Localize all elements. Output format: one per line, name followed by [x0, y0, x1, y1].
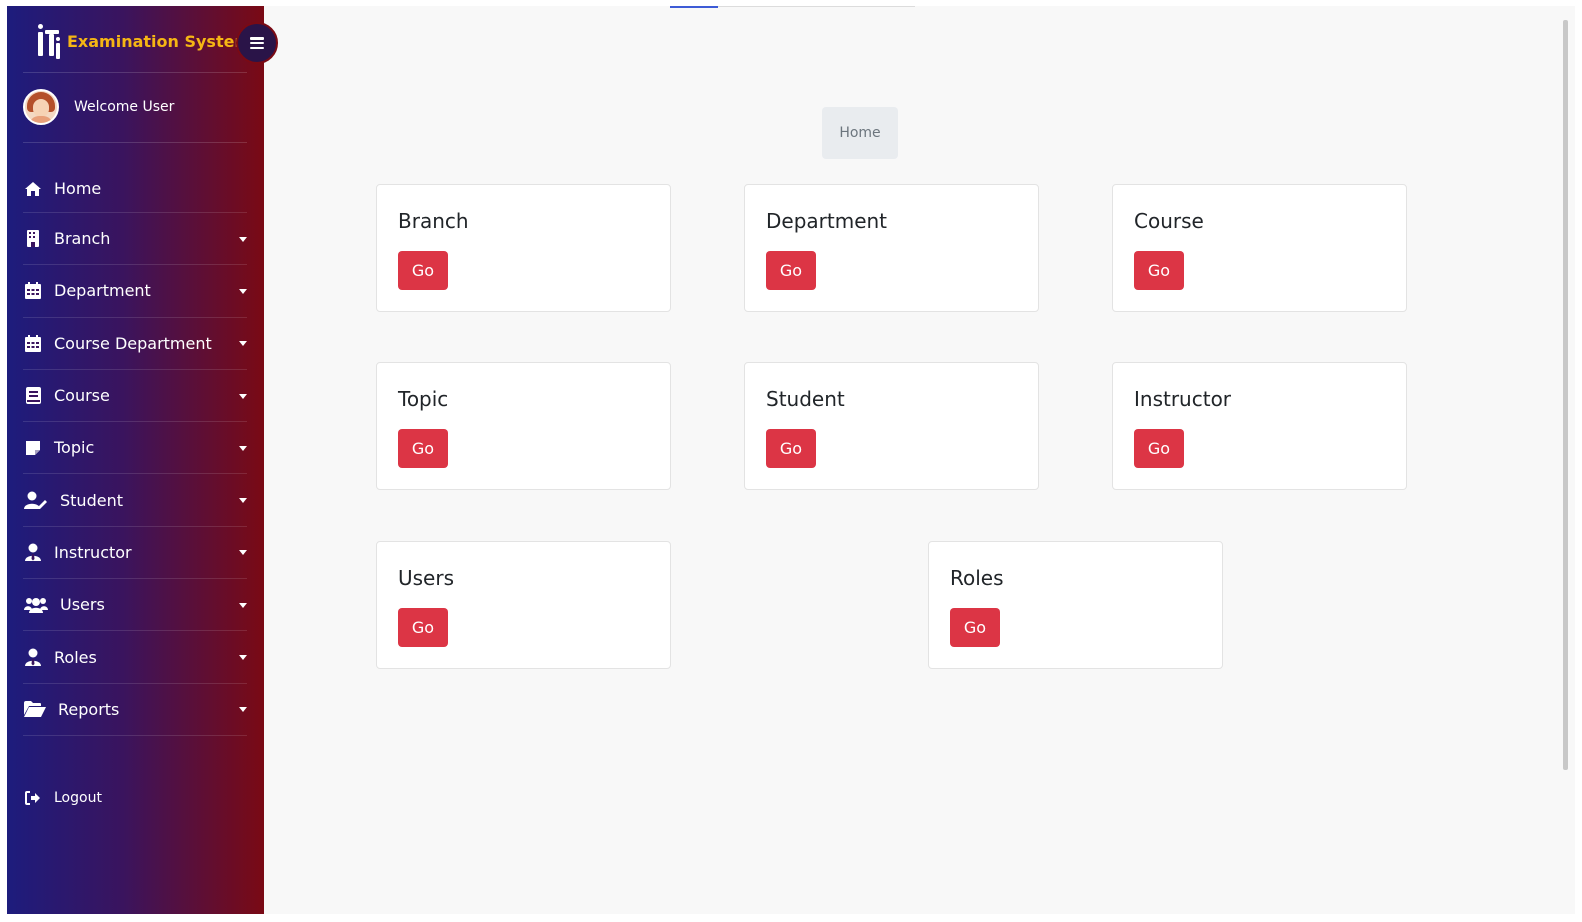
- sidebar-item-label: Student: [60, 490, 123, 510]
- sidebar-item-department[interactable]: Department: [23, 265, 247, 318]
- card-student: Student Go: [744, 362, 1039, 490]
- sidebar-item-label: Department: [54, 281, 151, 301]
- sidebar-toggle-button[interactable]: [236, 22, 278, 64]
- menu-icon: [250, 37, 264, 49]
- users-icon: [23, 595, 49, 615]
- sidebar-item-label: Course Department: [54, 333, 212, 353]
- book-icon: [23, 386, 43, 406]
- app-title: Examination System: [67, 31, 252, 51]
- logout-link[interactable]: Logout: [23, 786, 102, 810]
- calendar-icon: [23, 333, 43, 353]
- sidebar-item-course-department[interactable]: Course Department: [23, 318, 247, 370]
- user-tie-icon: [23, 542, 43, 562]
- sidebar-item-label: Course: [54, 386, 110, 406]
- sidebar-item-label: Branch: [54, 229, 111, 249]
- caret-down-icon: [239, 341, 247, 347]
- card-branch: Branch Go: [376, 184, 671, 312]
- caret-down-icon: [239, 445, 247, 451]
- card-title: Student: [766, 387, 845, 411]
- vertical-scrollbar[interactable]: [1563, 20, 1568, 770]
- card-instructor: Instructor Go: [1112, 362, 1407, 490]
- sidebar-item-label: Instructor: [54, 542, 132, 562]
- caret-down-icon: [239, 236, 247, 242]
- sidebar-item-topic[interactable]: Topic: [23, 422, 247, 475]
- card-title: Roles: [950, 566, 1004, 590]
- sidebar-item-label: Users: [60, 595, 105, 615]
- user-panel[interactable]: Welcome User: [23, 88, 174, 126]
- user-tie-icon: [23, 647, 43, 667]
- sidebar-item-label: Reports: [58, 699, 120, 719]
- card-topic: Topic Go: [376, 362, 671, 490]
- card-title: Course: [1134, 209, 1204, 233]
- sidebar: Examination System Welcome User Home Bra…: [7, 6, 264, 914]
- iti-logo-icon: [37, 24, 63, 59]
- card-course: Course Go: [1112, 184, 1407, 312]
- sign-out-icon: [23, 788, 43, 808]
- caret-down-icon: [239, 550, 247, 556]
- brand[interactable]: Examination System: [37, 23, 251, 59]
- building-icon: [23, 229, 43, 249]
- breadcrumb: Home: [822, 107, 898, 159]
- sidebar-item-reports[interactable]: Reports: [23, 684, 247, 736]
- caret-down-icon: [239, 393, 247, 399]
- sidebar-item-course[interactable]: Course: [23, 370, 247, 423]
- caret-down-icon: [239, 288, 247, 294]
- sidebar-item-users[interactable]: Users: [23, 579, 247, 632]
- sidebar-item-label: Topic: [54, 438, 95, 458]
- caret-down-icon: [239, 498, 247, 504]
- branch-go-button[interactable]: Go: [398, 251, 448, 290]
- sidebar-item-label: Roles: [54, 647, 97, 667]
- topic-go-button[interactable]: Go: [398, 429, 448, 468]
- user-edit-icon: [23, 490, 49, 510]
- card-title: Branch: [398, 209, 469, 233]
- card-title: Users: [398, 566, 455, 590]
- student-go-button[interactable]: Go: [766, 429, 816, 468]
- card-roles: Roles Go: [928, 541, 1223, 669]
- home-icon: [23, 179, 43, 199]
- sidebar-item-student[interactable]: Student: [23, 474, 247, 527]
- sidebar-divider: [23, 72, 247, 73]
- card-department: Department Go: [744, 184, 1039, 312]
- avatar: [23, 89, 59, 125]
- welcome-user-label: Welcome User: [74, 99, 175, 115]
- users-go-button[interactable]: Go: [398, 608, 448, 647]
- breadcrumb-home[interactable]: Home: [839, 125, 880, 141]
- logout-label: Logout: [54, 790, 102, 806]
- department-go-button[interactable]: Go: [766, 251, 816, 290]
- instructor-go-button[interactable]: Go: [1134, 429, 1184, 468]
- roles-go-button[interactable]: Go: [950, 608, 1000, 647]
- sidebar-item-label: Home: [54, 179, 102, 198]
- card-users: Users Go: [376, 541, 671, 669]
- sidebar-item-roles[interactable]: Roles: [23, 631, 247, 684]
- course-go-button[interactable]: Go: [1134, 251, 1184, 290]
- card-title: Instructor: [1134, 387, 1232, 411]
- folder-open-icon: [23, 699, 47, 719]
- caret-down-icon: [239, 655, 247, 661]
- top-accent-line: [670, 6, 718, 8]
- calendar-icon: [23, 281, 43, 301]
- note-icon: [23, 438, 43, 458]
- sidebar-item-home[interactable]: Home: [23, 165, 247, 213]
- sidebar-item-instructor[interactable]: Instructor: [23, 527, 247, 580]
- caret-down-icon: [239, 707, 247, 713]
- sidebar-item-branch[interactable]: Branch: [23, 213, 247, 266]
- card-title: Topic: [398, 387, 449, 411]
- sidebar-divider: [23, 142, 247, 143]
- sidebar-nav: Home Branch Department Course Department: [23, 165, 247, 736]
- card-title: Department: [766, 209, 888, 233]
- caret-down-icon: [239, 602, 247, 608]
